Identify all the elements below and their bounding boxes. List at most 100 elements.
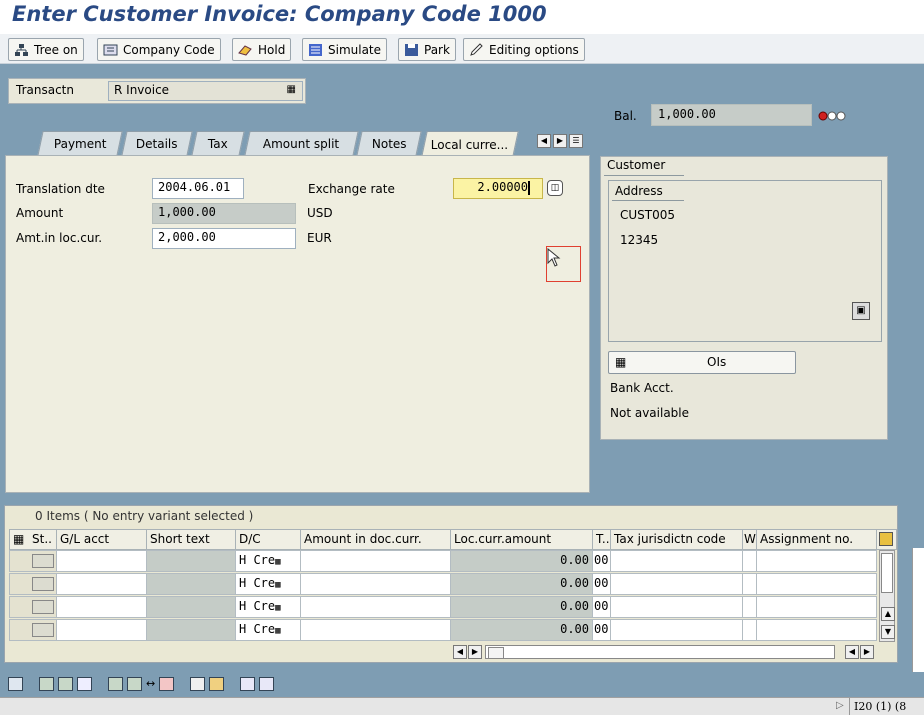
dc-cell[interactable]: H Cre▦ — [236, 596, 301, 618]
gl-account-cell[interactable] — [57, 573, 147, 595]
gl-account-cell[interactable] — [57, 550, 147, 572]
scroll-left-icon[interactable]: ◀ — [845, 645, 859, 659]
scroll-thumb[interactable] — [881, 553, 893, 593]
column-header-status[interactable]: St.. — [29, 529, 57, 550]
column-header-tax[interactable]: T.. — [593, 529, 611, 550]
scroll-right-icon[interactable]: ▶ — [468, 645, 482, 659]
scroll-left-icon[interactable]: ◀ — [453, 645, 467, 659]
amount-doc-cell[interactable] — [301, 550, 451, 572]
gl-account-cell[interactable] — [57, 619, 147, 641]
column-header-loc-amount[interactable]: Loc.curr.amount — [451, 529, 593, 550]
local-amount-field[interactable]: 2,000.00 — [152, 228, 296, 249]
park-button[interactable]: Park — [398, 38, 456, 61]
scroll-down-icon[interactable]: ▼ — [881, 625, 895, 639]
insert-row-icon[interactable] — [108, 677, 123, 691]
column-settings-icon[interactable] — [877, 529, 897, 550]
company-code-button[interactable]: Company Code — [97, 38, 221, 61]
column-header-gl-account[interactable]: G/L acct — [57, 529, 147, 550]
pencil-icon — [470, 42, 483, 56]
tax-code-cell[interactable]: 00 — [593, 619, 611, 641]
horizontal-scrollbar[interactable]: ◀ ▶ ◀ ▶ — [453, 645, 889, 660]
w-checkbox[interactable] — [743, 596, 757, 618]
amount-doc-cell[interactable] — [301, 596, 451, 618]
assignment-cell[interactable] — [757, 619, 877, 641]
table-row: H Cre▦ 0.00 00 — [9, 619, 879, 641]
row-select-button[interactable] — [9, 596, 57, 618]
tab-list-icon[interactable]: ☰ — [569, 134, 583, 148]
tab-scroll-right-icon[interactable]: ▶ — [553, 134, 567, 148]
dc-cell[interactable]: H Cre▦ — [236, 619, 301, 641]
scroll-track[interactable] — [485, 645, 835, 659]
dc-cell[interactable]: H Cre▦ — [236, 550, 301, 572]
dropdown-icon[interactable]: ▦ — [275, 557, 280, 567]
row-select-button[interactable] — [9, 619, 57, 641]
row-select-button[interactable] — [9, 550, 57, 572]
column-header-dc[interactable]: D/C — [236, 529, 301, 550]
amount-field: 1,000.00 — [152, 203, 296, 224]
move-icon[interactable]: ↔ — [146, 677, 155, 691]
column-header-w[interactable]: W — [743, 529, 757, 550]
tax-code-cell[interactable]: 00 — [593, 573, 611, 595]
delete-row-icon[interactable] — [159, 677, 175, 691]
scroll-up-icon[interactable]: ▲ — [881, 607, 895, 621]
copy-icon[interactable] — [190, 677, 206, 691]
scroll-right-icon[interactable]: ▶ — [860, 645, 874, 659]
search-icon[interactable] — [8, 677, 23, 691]
tab-amount-split[interactable]: Amount split — [244, 131, 359, 156]
column-header-amount-doc[interactable]: Amount in doc.curr. — [301, 529, 451, 550]
tax-code-cell[interactable]: 00 — [593, 550, 611, 572]
column-header-short-text[interactable]: Short text — [147, 529, 236, 550]
dropdown-icon[interactable]: ▦ — [275, 580, 280, 590]
dropdown-icon[interactable]: ▦ — [275, 603, 280, 613]
table-toolbar: ↔ — [0, 672, 924, 697]
tab-details[interactable]: Details — [121, 131, 193, 156]
w-checkbox[interactable] — [743, 619, 757, 641]
deselect-rows-icon[interactable] — [77, 677, 92, 691]
w-checkbox[interactable] — [743, 573, 757, 595]
w-checkbox[interactable] — [743, 550, 757, 572]
tax-jurisdiction-cell[interactable] — [611, 596, 743, 618]
copy-row-icon[interactable] — [127, 677, 142, 691]
ois-button[interactable]: ▦ OIs — [608, 351, 796, 374]
translation-date-field[interactable]: 2004.06.01 — [152, 178, 244, 199]
translation-date-label: Translation dte — [16, 182, 105, 196]
amount-label: Amount — [16, 206, 64, 220]
paste-icon[interactable] — [209, 677, 225, 691]
row-select-button[interactable] — [9, 573, 57, 595]
transaction-dropdown[interactable]: R Invoice ▦ — [108, 81, 303, 101]
assignment-cell[interactable] — [757, 596, 877, 618]
tax-code-cell[interactable]: 00 — [593, 596, 611, 618]
tab-tax[interactable]: Tax — [191, 131, 245, 156]
assignment-cell[interactable] — [757, 573, 877, 595]
tab-payment[interactable]: Payment — [37, 131, 123, 156]
editing-options-button[interactable]: Editing options — [463, 38, 585, 61]
tab-notes[interactable]: Notes — [356, 131, 422, 156]
filter-icon[interactable] — [259, 677, 275, 691]
amount-doc-cell[interactable] — [301, 619, 451, 641]
select-all-icon[interactable]: ▦ — [9, 529, 31, 550]
assignment-cell[interactable] — [757, 550, 877, 572]
status-expand-icon[interactable]: ▷ — [836, 700, 844, 711]
simulate-button[interactable]: Simulate — [302, 38, 388, 61]
exchange-rate-field[interactable]: 2.00000 — [453, 178, 543, 199]
details-icon[interactable] — [39, 677, 54, 691]
hold-button[interactable]: Hold — [232, 38, 292, 61]
address-detail-icon[interactable]: ▣ — [852, 302, 870, 320]
scroll-thumb[interactable] — [488, 647, 504, 659]
tree-on-button[interactable]: Tree on — [8, 38, 84, 61]
column-header-assignment[interactable]: Assignment no. — [757, 529, 877, 550]
select-all-rows-icon[interactable] — [58, 677, 73, 691]
tab-scroll-left-icon[interactable]: ◀ — [537, 134, 551, 148]
exchange-rate-settings-icon[interactable]: ◫ — [547, 180, 563, 196]
vertical-scrollbar[interactable]: ▲ ▼ — [879, 550, 895, 642]
tax-jurisdiction-cell[interactable] — [611, 619, 743, 641]
tab-local-currency[interactable]: Local curre... — [421, 131, 519, 157]
print-icon[interactable] — [240, 677, 256, 691]
dropdown-icon[interactable]: ▦ — [275, 626, 280, 636]
amount-doc-cell[interactable] — [301, 573, 451, 595]
tax-jurisdiction-cell[interactable] — [611, 550, 743, 572]
column-header-tax-jurisdiction[interactable]: Tax jurisdictn code — [611, 529, 743, 550]
tax-jurisdiction-cell[interactable] — [611, 573, 743, 595]
dc-cell[interactable]: H Cre▦ — [236, 573, 301, 595]
gl-account-cell[interactable] — [57, 596, 147, 618]
